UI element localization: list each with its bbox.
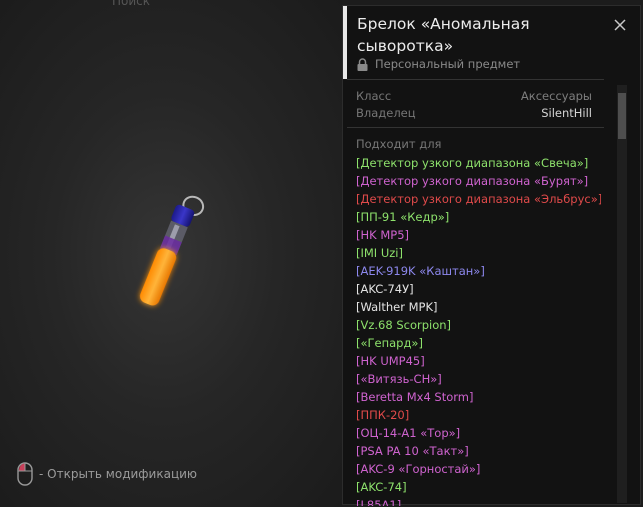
class-row: Класс Аксессуары [356, 88, 592, 105]
compat-item: [ОЦ-14-А1 «Тор»] [356, 426, 461, 440]
item-stats: Класс Аксессуары Владелец SilentHill [356, 88, 592, 122]
item-info-panel: Брелок «Аномальная сыворотка» Персональн… [342, 5, 641, 506]
scrollbar-thumb[interactable] [618, 93, 626, 139]
compat-item: [Детектор узкого диапазона «Свеча»] [356, 156, 589, 170]
compat-item: [AKC-9 «Горностай»] [356, 462, 481, 476]
compatibility-items: [Детектор узкого диапазона «Свеча»] [Дете… [356, 154, 601, 506]
compat-item: [AKC-74] [356, 480, 407, 494]
compat-item: [AEK-919K «Каштан»] [356, 264, 485, 278]
scrollbar[interactable] [617, 85, 627, 503]
owner-label: Владелец [356, 106, 416, 120]
class-label: Класс [356, 89, 392, 103]
compat-item: [ППК-20] [356, 408, 410, 422]
compat-item: [HK MP5] [356, 228, 409, 242]
hint-text: - Открыть модификацию [39, 467, 198, 481]
mouse-icon [17, 462, 33, 486]
owner-value: SilentHill [541, 106, 592, 120]
compat-item: [«Витязь-СН»] [356, 372, 442, 386]
personal-item-label: Персональный предмет [357, 57, 520, 71]
compat-item: [HK UMP45] [356, 354, 425, 368]
stats-divider [347, 127, 604, 128]
panel-header: Брелок «Аномальная сыворотка» Персональн… [343, 6, 640, 79]
compat-item: [Walther MPK] [356, 300, 438, 314]
compat-item: [Детектор узкого диапазона «Бурят»] [356, 174, 589, 188]
close-icon[interactable] [612, 17, 628, 33]
compat-item: [AKC-74У] [356, 282, 414, 296]
compat-item: [L85A1] [356, 498, 402, 506]
open-modification-hint: - Открыть модификацию [17, 461, 197, 487]
keychain-model-image [140, 195, 205, 306]
item-preview-viewport[interactable]: Поиск - Открыть модификацию [0, 0, 342, 507]
compatibility-list[interactable]: Подходит для [Детектор узкого диапазона … [356, 135, 601, 506]
item-title: Брелок «Аномальная сыворотка» [357, 15, 530, 55]
compat-item: [PSA PA 10 «Такт»] [356, 444, 469, 458]
header-divider [347, 79, 604, 80]
compat-item: [Vz.68 Scorpion] [356, 318, 452, 332]
class-value: Аксессуары [520, 89, 592, 103]
lock-icon [357, 57, 368, 71]
compat-item: [«Гепард»] [356, 336, 423, 350]
compat-item: [Beretta Mx4 Storm] [356, 390, 474, 404]
owner-row: Владелец SilentHill [356, 105, 592, 122]
subtitle-text: Персональный предмет [375, 57, 521, 71]
compat-item: [ПП-91 «Кедр»] [356, 210, 450, 224]
compat-item: [Детектор узкого диапазона «Эльбрус»] [356, 192, 601, 206]
compatibility-title: Подходит для [356, 137, 442, 151]
background-window-title: Поиск [112, 0, 151, 8]
compat-item: [IMI Uzi] [356, 246, 403, 260]
